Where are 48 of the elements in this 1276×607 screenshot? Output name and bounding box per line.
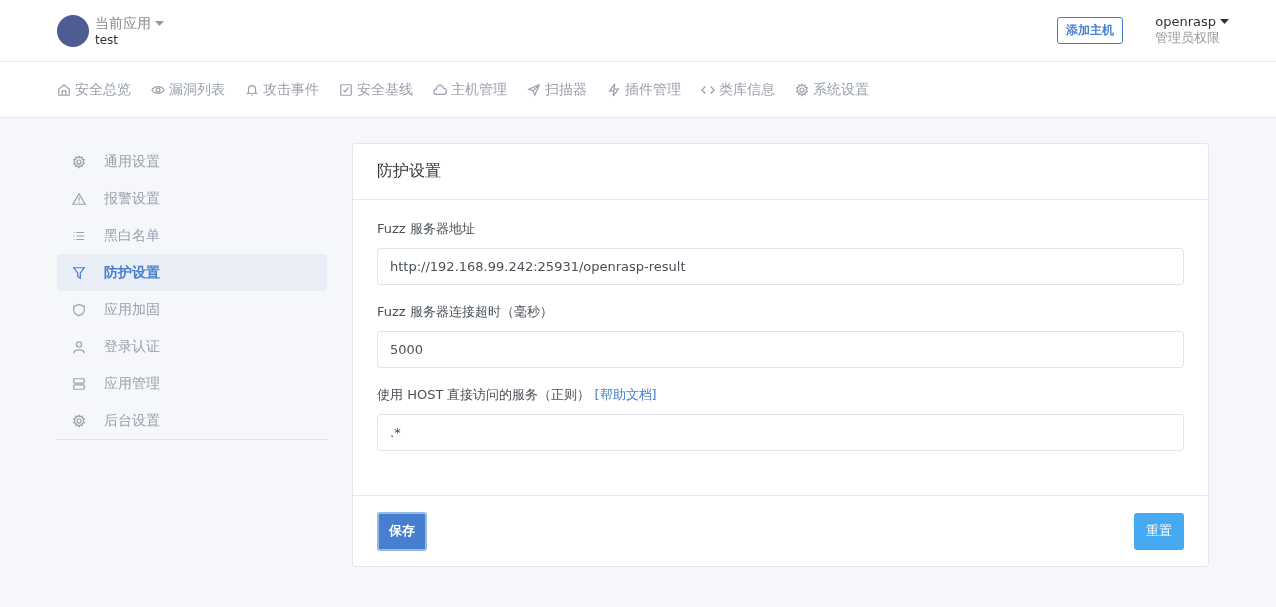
user-menu[interactable]: openrasp: [1155, 14, 1229, 29]
lightning-icon: [607, 82, 621, 97]
field-label: Fuzz 服务器地址: [377, 220, 475, 238]
settings-icon: [795, 82, 809, 97]
sidebar-item[interactable]: 防护设置: [57, 254, 327, 291]
nav-link[interactable]: 系统设置: [795, 80, 869, 99]
user-role: 管理员权限: [1155, 29, 1222, 47]
sidebar-item[interactable]: 后台设置: [57, 402, 327, 439]
add-host-button[interactable]: 添加主机: [1057, 17, 1124, 44]
sidebar-item[interactable]: 黑白名单: [57, 217, 327, 254]
sidebar-item[interactable]: 应用管理: [57, 365, 327, 402]
shield-icon: [72, 302, 86, 317]
caret-icon: [155, 20, 164, 27]
warning-icon: [72, 191, 86, 206]
reset-button[interactable]: 重置: [1134, 512, 1184, 550]
nav-link[interactable]: 类库信息: [701, 80, 775, 99]
save-button[interactable]: 保存: [377, 511, 427, 551]
bell-icon: [245, 82, 259, 97]
paper-plane-icon: [527, 82, 541, 97]
filter-icon: [72, 265, 86, 280]
help-link[interactable]: [帮助文档]: [594, 386, 657, 404]
nav-link[interactable]: 漏洞列表: [151, 80, 225, 99]
cloud-icon: [433, 82, 447, 97]
settings-icon: [72, 154, 86, 169]
sidebar-item[interactable]: 报警设置: [57, 180, 327, 217]
input-field[interactable]: 5000: [377, 331, 1184, 368]
field-label: Fuzz 服务器连接超时（毫秒）: [377, 303, 553, 321]
sidebar-item[interactable]: 应用加固: [57, 291, 327, 328]
settings-icon: [72, 413, 86, 428]
field-label: 使用 HOST 直接访问的服务（正则）: [377, 386, 591, 404]
input-field[interactable]: .*: [377, 414, 1184, 451]
nav-link[interactable]: 扫描器: [527, 80, 587, 99]
app-name: test: [95, 32, 120, 47]
nav-link[interactable]: 攻击事件: [245, 80, 319, 99]
nav-link[interactable]: 安全基线: [339, 80, 413, 99]
sidebar-item[interactable]: 登录认证: [57, 328, 327, 365]
user-icon: [72, 339, 86, 354]
nav-link[interactable]: 插件管理: [607, 80, 681, 99]
caret-icon: [1220, 18, 1229, 25]
app-selector[interactable]: 当前应用: [95, 14, 164, 33]
input-field[interactable]: http://192.168.99.242:25931/openrasp-result: [377, 248, 1184, 285]
home-icon: [57, 82, 71, 97]
nav-link[interactable]: 主机管理: [433, 80, 507, 99]
checkbox-icon: [339, 82, 353, 97]
card-title: 防护设置: [353, 144, 1208, 200]
server-icon: [72, 376, 86, 391]
sidebar-item[interactable]: 通用设置: [57, 143, 327, 180]
nav-link[interactable]: 安全总览: [57, 80, 131, 99]
